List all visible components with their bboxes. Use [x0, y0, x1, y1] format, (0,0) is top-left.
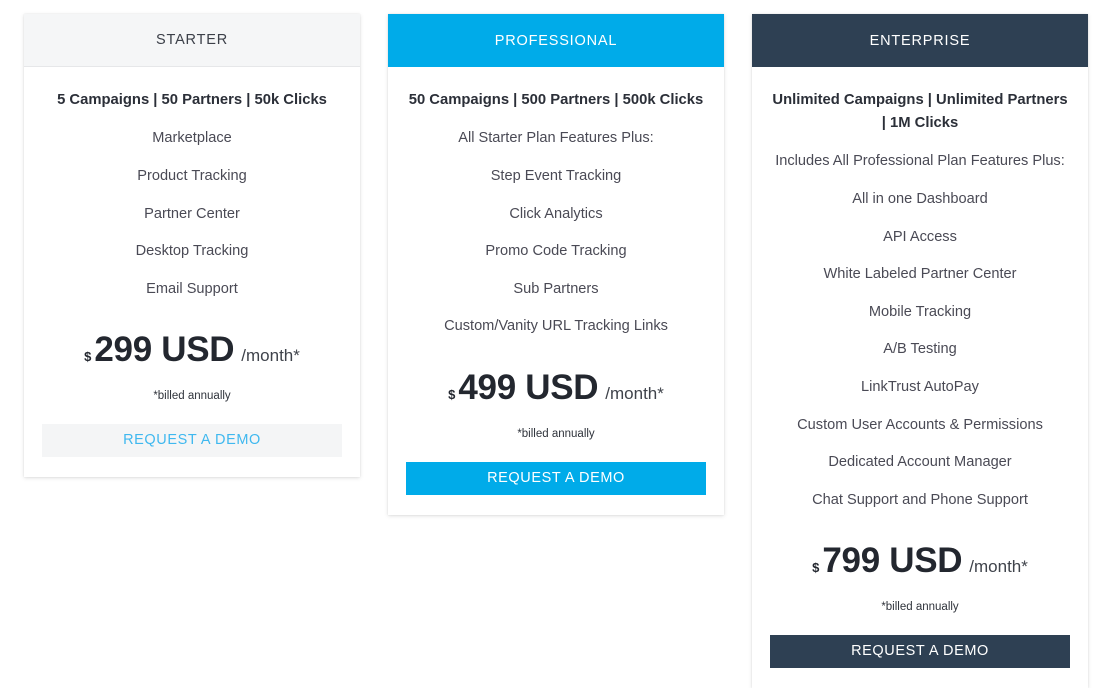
feature-item: Includes All Professional Plan Features … — [775, 153, 1065, 170]
plan-header-professional: PROFESSIONAL — [388, 14, 724, 67]
plan-price-starter: $ 299 USD /month* — [42, 330, 342, 370]
feature-item: Product Tracking — [137, 168, 247, 185]
request-demo-button-starter[interactable]: REQUEST A DEMO — [42, 423, 342, 457]
plan-headline-starter: 5 Campaigns | 50 Partners | 50k Clicks — [57, 92, 327, 108]
feature-item: Step Event Tracking — [490, 168, 622, 185]
price-period: /month* — [969, 556, 1028, 576]
pricing-table: STARTER 5 Campaigns | 50 Partners | 50k … — [0, 0, 1108, 688]
price-currency: $ — [84, 348, 92, 364]
feature-item: Click Analytics — [509, 205, 603, 222]
plan-body-starter: 5 Campaigns | 50 Partners | 50k Clicks M… — [24, 67, 360, 477]
feature-item: Desktop Tracking — [135, 243, 249, 260]
plan-header-enterprise: ENTERPRISE — [752, 14, 1088, 67]
plan-headline-enterprise: Unlimited Campaigns | Unlimited Partners… — [772, 92, 1068, 131]
feature-item: All in one Dashboard — [852, 190, 988, 207]
feature-item: A/B Testing — [883, 341, 957, 358]
feature-list-professional: All Starter Plan Features Plus: Step Eve… — [406, 120, 706, 346]
feature-item: Mobile Tracking — [868, 303, 972, 320]
feature-item: API Access — [883, 228, 957, 245]
plan-body-enterprise: Unlimited Campaigns | Unlimited Partners… — [752, 67, 1088, 688]
feature-item: Sub Partners — [513, 280, 599, 297]
price-amount: 299 USD — [94, 329, 235, 369]
feature-list-starter: Marketplace Product Tracking Partner Cen… — [42, 120, 342, 308]
price-currency: $ — [812, 559, 820, 575]
plan-price-enterprise: $ 799 USD /month* — [770, 541, 1070, 581]
pricing-card-enterprise: ENTERPRISE Unlimited Campaigns | Unlimit… — [752, 14, 1088, 688]
feature-item: Chat Support and Phone Support — [812, 491, 1028, 508]
pricing-card-professional: PROFESSIONAL 50 Campaigns | 500 Partners… — [388, 14, 724, 515]
feature-item: Custom/Vanity URL Tracking Links — [444, 318, 668, 335]
feature-item: Promo Code Tracking — [485, 243, 627, 260]
feature-item: Email Support — [146, 280, 238, 297]
billed-note-starter: *billed annually — [153, 389, 231, 402]
feature-item: Custom User Accounts & Permissions — [797, 416, 1043, 433]
price-amount: 499 USD — [458, 367, 599, 407]
feature-list-enterprise: Includes All Professional Plan Features … — [770, 143, 1070, 519]
feature-item: White Labeled Partner Center — [823, 266, 1017, 283]
feature-item: Marketplace — [152, 130, 232, 147]
plan-headline-professional: 50 Campaigns | 500 Partners | 500k Click… — [408, 92, 704, 108]
billed-note-professional: *billed annually — [517, 427, 595, 440]
plan-name-professional: PROFESSIONAL — [494, 32, 618, 49]
plan-body-professional: 50 Campaigns | 500 Partners | 500k Click… — [388, 67, 724, 515]
plan-price-professional: $ 499 USD /month* — [406, 368, 706, 408]
request-demo-button-professional[interactable]: REQUEST A DEMO — [406, 461, 706, 495]
price-amount: 799 USD — [822, 540, 963, 580]
feature-item: Partner Center — [144, 205, 240, 222]
price-currency: $ — [448, 386, 456, 402]
pricing-card-starter: STARTER 5 Campaigns | 50 Partners | 50k … — [24, 14, 360, 477]
price-period: /month* — [241, 345, 300, 365]
feature-item: All Starter Plan Features Plus: — [458, 130, 654, 147]
feature-item: LinkTrust AutoPay — [861, 379, 979, 395]
feature-item: Dedicated Account Manager — [828, 454, 1012, 471]
plan-name-starter: STARTER — [156, 32, 228, 48]
plan-header-starter: STARTER — [24, 14, 360, 67]
billed-note-enterprise: *billed annually — [881, 600, 959, 613]
plan-name-enterprise: ENTERPRISE — [869, 32, 971, 49]
price-period: /month* — [605, 383, 664, 403]
request-demo-button-enterprise[interactable]: REQUEST A DEMO — [770, 634, 1070, 668]
